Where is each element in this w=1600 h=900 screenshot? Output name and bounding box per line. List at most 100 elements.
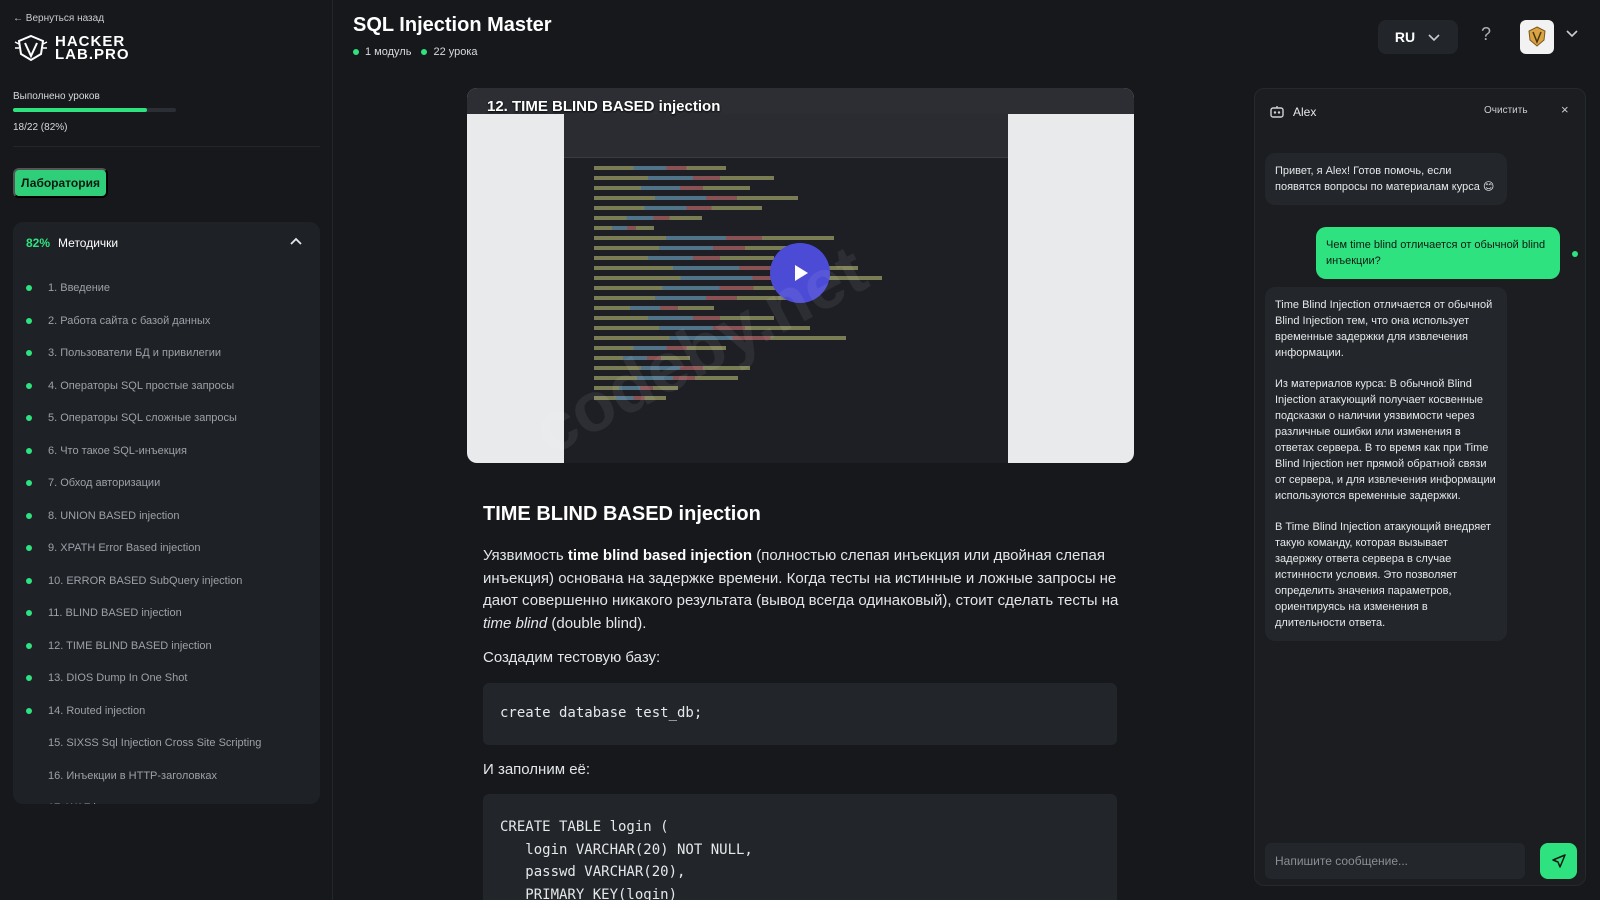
editor-code-line (594, 256, 774, 260)
lesson-label: 13. DIOS Dump In One Shot (48, 672, 188, 685)
lesson-item[interactable]: 13. DIOS Dump In One Shot (13, 662, 320, 695)
video-title: 12. TIME BLIND BASED injection (487, 98, 721, 115)
sent-indicator (1572, 251, 1578, 257)
bot-name: Alex (1293, 105, 1317, 119)
progress-fill (13, 108, 147, 112)
video-player[interactable]: 12. TIME BLIND BASED injection (467, 88, 1134, 463)
lesson-label: 14. Routed injection (48, 704, 146, 717)
completed-dot (26, 740, 32, 746)
lesson-label: 12. TIME BLIND BASED injection (48, 639, 212, 652)
lesson-item[interactable]: 2. Работа сайта с базой данных (13, 305, 320, 338)
lesson-label: 8. UNION BASED injection (48, 509, 180, 522)
code-block-create: create database test_db; (483, 683, 1117, 745)
editor-code-line (594, 176, 774, 180)
logo[interactable]: HACKER LAB.PRO (13, 34, 130, 62)
status-dot (353, 49, 359, 55)
module-title: Методички (58, 236, 119, 250)
lesson-label: 17. WAF bypass (48, 802, 128, 804)
chat-input[interactable] (1265, 843, 1525, 879)
chevron-up-icon[interactable] (288, 234, 304, 250)
editor-toolbar (564, 114, 1008, 158)
lesson-item[interactable]: 5. Операторы SQL сложные запросы (13, 402, 320, 435)
language-value: RU (1394, 29, 1416, 45)
lesson-item[interactable]: 7. Обход авторизации (13, 467, 320, 500)
clear-chat-button[interactable]: Очистить (1484, 105, 1528, 116)
chat-panel: Alex Очистить × Привет, я Alex! Готов по… (1254, 88, 1586, 886)
lesson-label: 6. Что такое SQL-инъекция (48, 444, 188, 457)
lesson-item[interactable]: 1. Введение (13, 272, 320, 305)
para-italic: time blind (483, 614, 548, 632)
sidebar-divider (13, 146, 320, 147)
lesson-item[interactable]: 11. BLIND BASED injection (13, 597, 320, 630)
play-button[interactable] (770, 243, 830, 303)
editor-code-line (594, 206, 762, 210)
lesson-item[interactable]: 14. Routed injection (13, 695, 320, 728)
bot-icon (1270, 106, 1284, 118)
progress-label: Выполнено уроков (13, 91, 100, 102)
lesson-paragraph: Уязвимость time blind based injection (п… (483, 545, 1123, 635)
editor-code-line (594, 306, 714, 310)
editor-code-line (594, 216, 702, 220)
para-text-1: Уязвимость (483, 547, 568, 564)
language-select[interactable]: RU (1378, 20, 1458, 54)
course-title: SQL Injection Master (353, 14, 552, 36)
editor-code-line (594, 336, 846, 340)
lesson-heading: TIME BLIND BASED injection (483, 503, 761, 525)
avatar[interactable] (1520, 20, 1554, 54)
completed-dot (26, 350, 32, 357)
lesson-label: 4. Операторы SQL простые запросы (48, 379, 235, 392)
lab-button[interactable]: Лаборатория (13, 168, 108, 198)
lesson-item[interactable]: 12. TIME BLIND BASED injection (13, 630, 320, 663)
module-header[interactable]: 82% Методички (26, 236, 118, 250)
lesson-label: 15. SIXSS Sql Injection Cross Site Scrip… (48, 737, 262, 750)
completed-dot (26, 707, 32, 714)
completed-dot (26, 610, 32, 617)
lesson-label: 5. Операторы SQL сложные запросы (48, 412, 237, 425)
editor-code-line (594, 166, 726, 170)
editor-code-line (594, 376, 738, 380)
send-button[interactable] (1540, 843, 1577, 879)
lesson-item[interactable]: 15. SIXSS Sql Injection Cross Site Scrip… (13, 727, 320, 760)
lesson-item[interactable]: 6. Что такое SQL-инъекция (13, 435, 320, 468)
editor-code-line (594, 356, 690, 360)
lesson-item[interactable]: 4. Операторы SQL простые запросы (13, 370, 320, 403)
completed-dot (26, 773, 32, 779)
lesson-item[interactable]: 9. XPATH Error Based injection (13, 532, 320, 565)
chevron-down-icon (1428, 34, 1440, 42)
completed-dot (26, 675, 32, 682)
chat-header: Alex (1269, 105, 1316, 119)
lesson-item[interactable]: 8. UNION BASED injection (13, 500, 320, 533)
lesson-item[interactable]: 10. ERROR BASED SubQuery injection (13, 565, 320, 598)
editor-code-line (594, 296, 798, 300)
module-panel: 82% Методички 1. Введение 2. Работа сайта… (13, 222, 320, 804)
lesson-item[interactable]: 3. Пользователи БД и привилегии (13, 337, 320, 370)
progress-bar (13, 108, 176, 112)
logo-icon (14, 34, 48, 62)
app-root: ← Вернуться назад HACKER LAB.PRO Выполне… (0, 0, 1600, 900)
completed-dot (26, 545, 32, 552)
lesson-label: 1. Введение (48, 282, 111, 295)
completed-dot (26, 480, 32, 487)
chevron-down-icon[interactable] (1565, 28, 1579, 38)
lesson-label: 3. Пользователи БД и привилегии (48, 347, 222, 360)
lesson-item[interactable]: 17. WAF bypass (13, 792, 320, 804)
chat-message-bot: Привет, я Alex! Готов помочь, если появя… (1265, 153, 1507, 205)
completed-dot (26, 447, 32, 454)
editor-code-line (594, 276, 882, 280)
editor-code-line (594, 316, 774, 320)
lesson-item[interactable]: 16. Инъекции в HTTP-заголовках (13, 760, 320, 793)
back-link[interactable]: ← Вернуться назад (13, 13, 104, 24)
close-icon[interactable]: × (1561, 102, 1569, 117)
progress-count: 18/22 (82%) (13, 122, 68, 133)
lesson-label: 7. Обход авторизации (48, 477, 161, 490)
lesson-label: 9. XPATH Error Based injection (48, 542, 201, 555)
subheading-create: Создадим тестовую базу: (483, 649, 661, 666)
subheading-fill: И заполним её: (483, 761, 591, 778)
sidebar: ← Вернуться назад HACKER LAB.PRO Выполне… (0, 0, 333, 900)
chat-paragraph: Time Blind Injection отличается от обычн… (1275, 299, 1493, 359)
status-dot (421, 49, 428, 55)
help-icon[interactable]: ? (1481, 24, 1491, 45)
editor-code-line (594, 346, 726, 350)
send-icon (1551, 854, 1566, 868)
editor-code-line (594, 226, 654, 230)
